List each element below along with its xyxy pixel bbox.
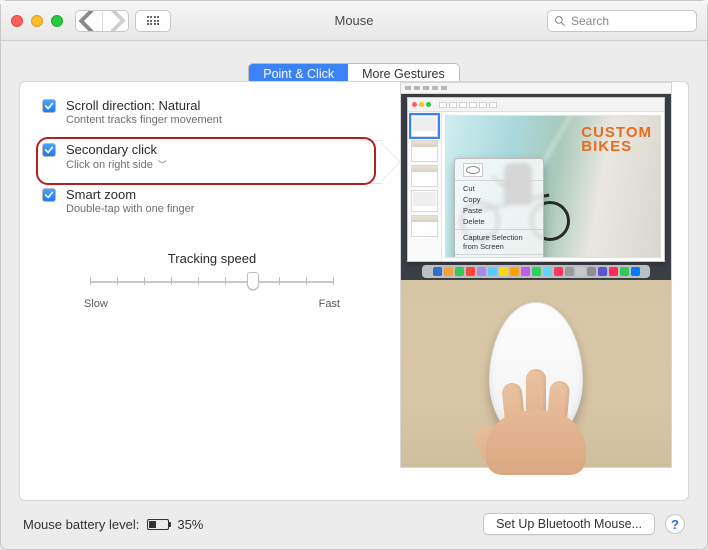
search-field[interactable]: Search xyxy=(547,10,697,32)
preferences-window: Mouse Search Point & Click More Gestures xyxy=(0,0,708,550)
check-icon xyxy=(44,145,54,155)
mini-dock xyxy=(422,265,650,278)
grid-icon xyxy=(147,16,160,25)
option-secondary-click: Secondary click Click on right side ﹀ xyxy=(36,134,388,179)
nav-back-forward xyxy=(75,10,129,32)
settings-panel: Scroll direction: Natural Content tracks… xyxy=(19,81,689,501)
checkbox-secondary-click[interactable] xyxy=(42,143,56,157)
zoom-window-button[interactable] xyxy=(51,15,63,27)
option-title: Secondary click xyxy=(66,142,167,157)
preview-screen: CUSTOM BIKES CutCopyPasteDeleteCapture S… xyxy=(401,83,671,280)
mini-sidebar xyxy=(408,112,442,261)
option-subtitle: Double-tap with one finger xyxy=(66,203,194,215)
window-controls xyxy=(11,15,63,27)
forward-button[interactable] xyxy=(102,11,128,31)
show-all-prefs-button[interactable] xyxy=(135,10,171,32)
mini-headline: CUSTOM BIKES xyxy=(581,126,652,154)
option-title: Scroll direction: Natural xyxy=(66,98,222,113)
checkbox-smart-zoom[interactable] xyxy=(42,188,56,202)
chevron-down-icon: ﹀ xyxy=(158,160,167,170)
option-smart-zoom: Smart zoom Double-tap with one finger xyxy=(36,179,388,223)
mini-app-window: CUSTOM BIKES CutCopyPasteDeleteCapture S… xyxy=(407,97,665,262)
help-button[interactable]: ? xyxy=(665,514,685,534)
battery-percent: 35% xyxy=(177,517,203,532)
slider-min-label: Slow xyxy=(84,298,108,310)
slider-max-label: Fast xyxy=(319,298,340,310)
mini-document: CUSTOM BIKES CutCopyPasteDeleteCapture S… xyxy=(446,116,660,257)
preview-desk xyxy=(401,280,671,467)
slider-thumb[interactable] xyxy=(247,272,259,290)
hand-illustration xyxy=(476,383,596,475)
content-area: Point & Click More Gestures Scroll direc… xyxy=(1,41,707,549)
footer: Mouse battery level: 35% Set Up Bluetoot… xyxy=(19,501,689,535)
battery-icon xyxy=(147,519,169,530)
options-column: Scroll direction: Natural Content tracks… xyxy=(36,82,388,468)
tracking-speed-label: Tracking speed xyxy=(82,251,342,266)
tracking-speed-group: Tracking speed Slow Fast xyxy=(82,251,342,310)
minimize-window-button[interactable] xyxy=(31,15,43,27)
search-icon xyxy=(554,15,566,27)
option-title: Smart zoom xyxy=(66,187,194,202)
close-window-button[interactable] xyxy=(11,15,23,27)
setup-bluetooth-mouse-button[interactable]: Set Up Bluetooth Mouse... xyxy=(483,513,655,535)
mini-menubar xyxy=(401,83,671,94)
option-subtitle: Content tracks finger movement xyxy=(66,114,222,126)
option-scroll-direction: Scroll direction: Natural Content tracks… xyxy=(36,90,388,134)
check-icon xyxy=(44,101,54,111)
battery-status: Mouse battery level: 35% xyxy=(23,517,203,532)
mini-context-menu: CutCopyPasteDeleteCapture Selection from… xyxy=(454,158,544,257)
secondary-click-dropdown[interactable]: Click on right side ﹀ xyxy=(66,158,167,171)
search-placeholder: Search xyxy=(571,14,609,28)
checkbox-scroll-direction[interactable] xyxy=(42,99,56,113)
tracking-speed-slider[interactable] xyxy=(82,272,342,292)
check-icon xyxy=(44,190,54,200)
titlebar: Mouse Search xyxy=(1,1,707,41)
selection-arrow xyxy=(360,140,400,184)
gesture-preview: CUSTOM BIKES CutCopyPasteDeleteCapture S… xyxy=(400,82,672,468)
back-button[interactable] xyxy=(76,11,102,31)
